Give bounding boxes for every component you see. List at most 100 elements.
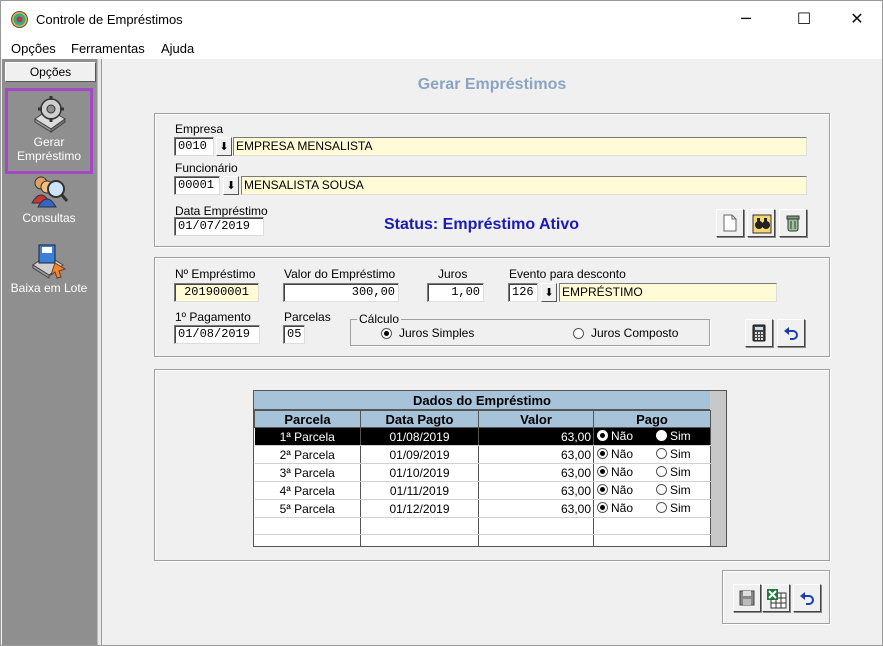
menu-opcoes[interactable]: Opções bbox=[11, 41, 56, 56]
title-bar: Controle de Empréstimos ─ ☐ ✕ bbox=[1, 1, 882, 37]
gear-disk-icon bbox=[34, 96, 66, 133]
close-button[interactable]: ✕ bbox=[842, 7, 872, 31]
search-users-icon bbox=[31, 176, 69, 208]
pago-nao-radio[interactable] bbox=[597, 466, 608, 477]
empty-cell bbox=[478, 534, 594, 546]
table-row[interactable]: 4ª Parcela 01/11/2019 63,00 Não Sim bbox=[254, 481, 711, 500]
search-button[interactable] bbox=[747, 209, 775, 237]
cell-pago: Não Sim bbox=[593, 499, 711, 518]
pago-nao-label: Não bbox=[611, 501, 634, 515]
empty-cell bbox=[360, 534, 479, 546]
empresa-name-field: EMPRESA MENSALISTA bbox=[233, 137, 807, 156]
pago-sim-radio[interactable] bbox=[656, 484, 667, 495]
evento-code-field[interactable]: 126 bbox=[508, 283, 538, 302]
cell-pago: Não Sim bbox=[593, 427, 711, 446]
app-window: Controle de Empréstimos ─ ☐ ✕ Opções Fer… bbox=[0, 0, 883, 646]
undo-icon bbox=[800, 592, 814, 605]
pago-nao-label: Não bbox=[611, 447, 634, 461]
calculo-label: Cálculo bbox=[357, 312, 402, 326]
column-header-valor[interactable]: Valor bbox=[478, 410, 594, 428]
juros-label: Juros bbox=[438, 267, 468, 281]
pago-sim-radio[interactable] bbox=[656, 448, 667, 459]
empresa-label: Empresa bbox=[175, 122, 224, 136]
empresa-lookup-button[interactable]: ⬇ bbox=[216, 137, 232, 156]
undo-calc-button[interactable] bbox=[777, 319, 805, 347]
dados-emprestimo-grid: Dados do Empréstimo Parcela Data Pagto V… bbox=[253, 390, 727, 547]
page-title: Gerar Empréstimos bbox=[417, 76, 567, 93]
window-title: Controle de Empréstimos bbox=[36, 12, 183, 27]
juros-composto-label: Juros Composto bbox=[591, 326, 679, 340]
undo-button[interactable] bbox=[793, 584, 821, 612]
sidebar-item-baixa-em-lote[interactable]: Baixa em Lote bbox=[5, 243, 93, 301]
pago-sim-radio[interactable] bbox=[656, 430, 667, 441]
maximize-button[interactable]: ☐ bbox=[789, 7, 819, 31]
valor-emprestimo-field[interactable]: 300,00 bbox=[283, 283, 399, 302]
pago-nao-radio[interactable] bbox=[597, 484, 608, 495]
undo-icon bbox=[784, 327, 798, 340]
column-header-parcela[interactable]: Parcela bbox=[254, 410, 361, 428]
minimize-button[interactable]: ─ bbox=[731, 7, 761, 31]
funcionario-name-field: MENSALISTA SOUSA bbox=[241, 176, 807, 195]
data-emprestimo-label: Data Empréstimo bbox=[175, 204, 268, 218]
delete-button[interactable] bbox=[779, 209, 807, 237]
funcionario-lookup-button[interactable]: ⬇ bbox=[223, 176, 239, 195]
pago-sim-label: Sim bbox=[670, 465, 691, 479]
new-document-icon bbox=[723, 214, 737, 232]
evento-lookup-button[interactable]: ⬇ bbox=[541, 283, 557, 302]
menu-ferramentas[interactable]: Ferramentas bbox=[71, 41, 145, 56]
data-emprestimo-field[interactable]: 01/07/2019 bbox=[174, 217, 264, 236]
pago-nao-radio[interactable] bbox=[597, 430, 608, 441]
juros-simples-radio[interactable] bbox=[381, 328, 392, 339]
table-row[interactable] bbox=[254, 534, 711, 546]
numero-emprestimo-field: 201900001 bbox=[174, 283, 259, 302]
sidebar-header[interactable]: Opções bbox=[5, 62, 96, 82]
primeiro-pagamento-label: 1º Pagamento bbox=[175, 310, 251, 324]
sidebar-item-label: Baixa em Lote bbox=[10, 281, 88, 295]
cell-valor: 63,00 bbox=[478, 427, 594, 446]
export-excel-button[interactable] bbox=[762, 584, 790, 612]
juros-simples-label: Juros Simples bbox=[399, 326, 475, 340]
calculate-button[interactable] bbox=[745, 319, 773, 347]
excel-export-icon bbox=[767, 589, 787, 609]
cell-data-pagto: 01/09/2019 bbox=[360, 445, 479, 464]
pago-nao-label: Não bbox=[611, 483, 634, 497]
pago-sim-radio[interactable] bbox=[656, 502, 667, 513]
table-row[interactable]: 5ª Parcela 01/12/2019 63,00 Não Sim bbox=[254, 499, 711, 518]
grid-title: Dados do Empréstimo bbox=[254, 391, 710, 410]
save-button[interactable] bbox=[733, 584, 761, 612]
sidebar-item-gerar-emprestimo[interactable]: Gerar Empréstimo bbox=[5, 88, 93, 174]
menu-ajuda[interactable]: Ajuda bbox=[161, 41, 194, 56]
table-row[interactable]: 2ª Parcela 01/09/2019 63,00 Não Sim bbox=[254, 445, 711, 464]
pago-nao-radio[interactable] bbox=[597, 502, 608, 513]
sidebar-item-label: Consultas bbox=[22, 211, 76, 225]
funcionario-code-field[interactable]: 00001 bbox=[174, 176, 220, 195]
cell-valor: 63,00 bbox=[478, 499, 594, 518]
pago-sim-label: Sim bbox=[670, 447, 691, 461]
evento-name-field: EMPRÉSTIMO bbox=[559, 283, 777, 302]
main-panel: Gerar Empréstimos Empresa 0010 ⬇ EMPRESA… bbox=[102, 59, 882, 645]
table-row[interactable]: 1ª Parcela 01/08/2019 63,00 Não Sim bbox=[254, 427, 711, 446]
pago-nao-radio[interactable] bbox=[597, 448, 608, 459]
cell-data-pagto: 01/11/2019 bbox=[360, 481, 479, 500]
pago-sim-radio[interactable] bbox=[656, 466, 667, 477]
juros-field[interactable]: 1,00 bbox=[427, 283, 484, 302]
pago-sim-label: Sim bbox=[670, 429, 691, 443]
grid-scrollbar[interactable] bbox=[710, 391, 726, 546]
parcelas-field[interactable]: 05 bbox=[283, 325, 305, 344]
column-header-pago[interactable]: Pago bbox=[593, 410, 711, 428]
juros-composto-radio[interactable] bbox=[573, 328, 584, 339]
calculo-group: Cálculo Juros Simples Juros Composto bbox=[350, 312, 710, 346]
empresa-code-field[interactable]: 0010 bbox=[174, 137, 214, 156]
sidebar-item-consultas[interactable]: Consultas bbox=[5, 175, 93, 231]
new-button[interactable] bbox=[716, 209, 744, 237]
cell-valor: 63,00 bbox=[478, 463, 594, 482]
empty-cell bbox=[593, 517, 711, 535]
cell-pago: Não Sim bbox=[593, 463, 711, 482]
pago-sim-label: Sim bbox=[670, 483, 691, 497]
table-row[interactable]: 3ª Parcela 01/10/2019 63,00 Não Sim bbox=[254, 463, 711, 482]
primeiro-pagamento-field[interactable]: 01/08/2019 bbox=[174, 325, 260, 344]
evento-label: Evento para desconto bbox=[509, 267, 626, 281]
app-icon bbox=[11, 11, 28, 28]
column-header-data-pagto[interactable]: Data Pagto bbox=[360, 410, 479, 428]
table-row[interactable] bbox=[254, 517, 711, 535]
